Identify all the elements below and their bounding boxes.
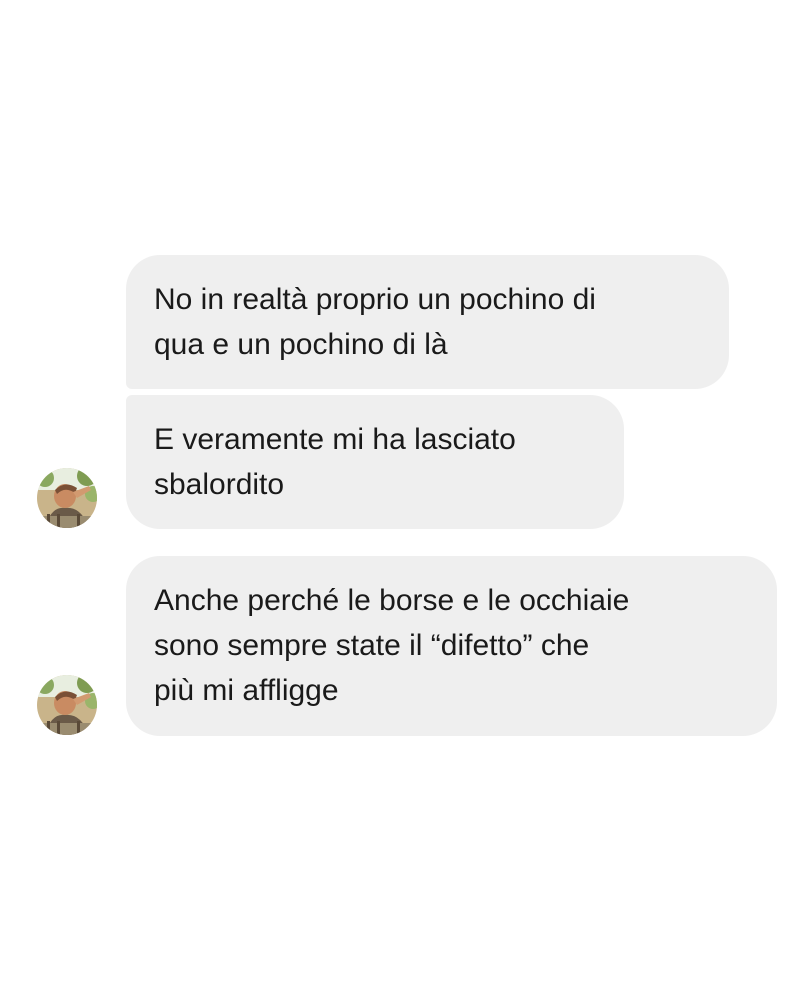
message-text-line: sbalordito [154, 468, 285, 501]
profile-photo-icon [37, 468, 97, 528]
message-bubble[interactable]: Anche perché le borse e le occhiaie sono… [126, 556, 777, 736]
message-text-line: sono sempre state il “difetto” che [154, 629, 590, 662]
message-text-line: qua e un pochino di là [154, 328, 448, 361]
message-text-line: E veramente mi ha lasciato [154, 423, 516, 456]
message-bubble[interactable]: E veramente mi ha lasciato sbalordito [126, 395, 624, 529]
avatar[interactable] [37, 675, 97, 735]
message-text-line: No in realtà proprio un pochino di [154, 283, 596, 316]
message-bubble[interactable]: No in realtà proprio un pochino di qua e… [126, 255, 729, 389]
avatar[interactable] [37, 468, 97, 528]
chat-thread: No in realtà proprio un pochino di qua e… [0, 0, 800, 1000]
message-text-line: più mi affligge [154, 674, 339, 707]
profile-photo-icon [37, 675, 97, 735]
message-text-line: Anche perché le borse e le occhiaie [154, 584, 630, 617]
